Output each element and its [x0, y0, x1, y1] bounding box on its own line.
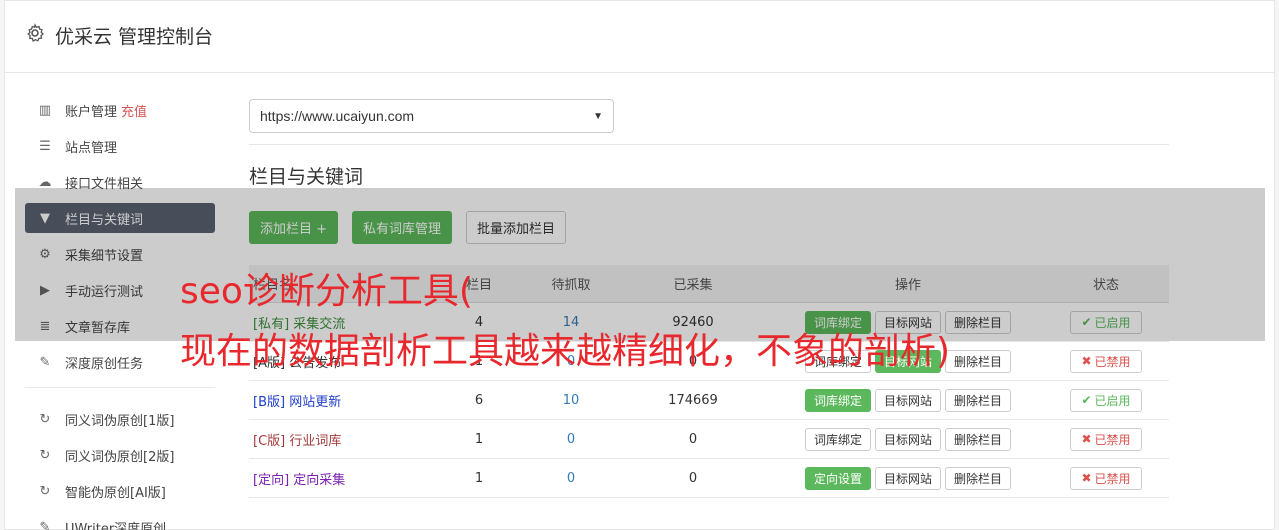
pending-cell[interactable]: 0 — [519, 471, 623, 486]
refresh-icon: ↻ — [39, 447, 51, 463]
lexicon-bind-button[interactable]: 词库绑定 — [804, 427, 871, 451]
recharge-link[interactable]: 充值 — [121, 101, 147, 120]
column-name[interactable]: 网站更新 — [289, 395, 341, 410]
page-title: 优采云 管理控制台 — [55, 26, 214, 48]
status-cell: ✔ 已启用 — [1043, 388, 1169, 412]
column-tag: [C版] — [253, 433, 286, 449]
column-name-cell: [C版] 行业词库 — [249, 430, 439, 449]
status-label: 已禁用 — [1094, 432, 1131, 447]
table-row: [B版] 网站更新 6 10 174669 词库绑定 目标网站 删除栏目 ✔ 已启用 — [249, 381, 1169, 420]
header: 优采云 管理控制台 — [5, 1, 1274, 73]
gear-icon — [27, 23, 44, 42]
table-row: [定向] 定向采集 1 0 0 定向设置 目标网站 删除栏目 ✖ 已禁用 — [249, 459, 1169, 498]
sidebar-divider — [25, 387, 215, 388]
delete-column-button[interactable]: 删除栏目 — [945, 388, 1012, 412]
status-toggle-button[interactable]: ✔ 已启用 — [1070, 388, 1142, 412]
sidebar-item[interactable]: ↻ 同义词伪原创[1版] — [25, 404, 215, 434]
close-icon: ✖ — [1081, 432, 1092, 446]
collected-cell: 174669 — [668, 392, 718, 408]
status-cell: ✖ 已禁用 — [1043, 349, 1169, 373]
column-tag: [定向] — [253, 472, 290, 488]
bar-chart-icon: ▥ — [38, 102, 52, 118]
sidebar-item[interactable]: ▥ 账户管理 充值 — [25, 95, 215, 125]
ops-cell: 词库绑定 目标网站 删除栏目 — [763, 427, 1043, 451]
ops-cell: 定向设置 目标网站 删除栏目 — [763, 466, 1043, 490]
ops-cell: 词库绑定 目标网站 删除栏目 — [763, 388, 1043, 412]
delete-column-button[interactable]: 删除栏目 — [945, 349, 1012, 373]
count-cell: 1 — [474, 431, 484, 447]
column-name-cell: [B版] 网站更新 — [249, 391, 439, 410]
status-toggle-button[interactable]: ✖ 已禁用 — [1070, 466, 1142, 490]
status-label: 已启用 — [1094, 393, 1131, 408]
sidebar-item-label: 智能伪原创[AI版] — [65, 485, 166, 501]
sidebar-item-label: UWriter深度原创 — [65, 521, 167, 530]
column-name[interactable]: 定向采集 — [293, 473, 345, 488]
site-select-value: https://www.ucaiyun.com — [260, 108, 415, 124]
count-cell: 6 — [474, 392, 484, 408]
collected-cell: 0 — [688, 470, 698, 486]
target-site-button[interactable]: 目标网站 — [874, 427, 941, 451]
site-select[interactable]: https://www.ucaiyun.com ▼ — [249, 99, 614, 133]
status-label: 已禁用 — [1094, 471, 1131, 486]
sidebar-item-label: 站点管理 — [65, 140, 118, 156]
sidebar-item[interactable]: ☰ 站点管理 — [25, 131, 215, 161]
status-cell: ✖ 已禁用 — [1043, 466, 1169, 490]
refresh-icon: ↻ — [39, 483, 51, 499]
sidebar-item-label: 深度原创任务 — [65, 356, 144, 372]
overlay-headline-1: seo诊断分析工具( — [180, 271, 473, 312]
lexicon-bind-button[interactable]: 词库绑定 — [804, 388, 871, 412]
divider — [249, 144, 1169, 145]
sidebar-item[interactable]: ↻ 同义词伪原创[2版] — [25, 440, 215, 470]
status-toggle-button[interactable]: ✖ 已禁用 — [1070, 349, 1142, 373]
status-label: 已禁用 — [1094, 354, 1131, 369]
close-icon: ✖ — [1081, 354, 1092, 368]
edit-icon: ✎ — [39, 354, 51, 370]
watermark-overlay — [15, 188, 1265, 341]
lexicon-bind-button[interactable]: 定向设置 — [804, 466, 871, 490]
target-site-button[interactable]: 目标网站 — [874, 466, 941, 490]
count-cell: 1 — [474, 470, 484, 486]
sidebar-item-label: 同义词伪原创[1版] — [65, 413, 175, 429]
delete-column-button[interactable]: 删除栏目 — [945, 427, 1012, 451]
pending-cell[interactable]: 10 — [519, 393, 623, 408]
chevron-down-icon: ▼ — [593, 110, 603, 122]
sidebar-item[interactable]: ↻ 智能伪原创[AI版] — [25, 476, 215, 506]
check-icon: ✔ — [1081, 393, 1092, 407]
sidebar-item[interactable]: ✎ UWriter深度原创 — [25, 512, 215, 530]
column-name-cell: [定向] 定向采集 — [249, 469, 439, 488]
status-cell: ✖ 已禁用 — [1043, 427, 1169, 451]
table-row: [C版] 行业词库 1 0 0 词库绑定 目标网站 删除栏目 ✖ 已禁用 — [249, 420, 1169, 459]
section-title: 栏目与关键词 — [249, 166, 364, 188]
sidebar-item-label: 同义词伪原创[2版] — [65, 449, 175, 465]
target-site-button[interactable]: 目标网站 — [874, 388, 941, 412]
sidebar-item-label: 账户管理 — [65, 104, 118, 120]
server-icon: ☰ — [39, 138, 51, 154]
column-name[interactable]: 行业词库 — [289, 434, 341, 449]
edit-icon: ✎ — [39, 519, 51, 530]
status-toggle-button[interactable]: ✖ 已禁用 — [1070, 427, 1142, 451]
close-icon: ✖ — [1081, 471, 1092, 485]
pending-cell[interactable]: 0 — [519, 432, 623, 447]
refresh-icon: ↻ — [39, 411, 51, 427]
delete-column-button[interactable]: 删除栏目 — [945, 466, 1012, 490]
overlay-headline-2: 现在的数据剖析工具越来越精细化，不象的剖析) — [180, 331, 951, 372]
column-tag: [B版] — [253, 394, 286, 410]
collected-cell: 0 — [688, 431, 698, 447]
